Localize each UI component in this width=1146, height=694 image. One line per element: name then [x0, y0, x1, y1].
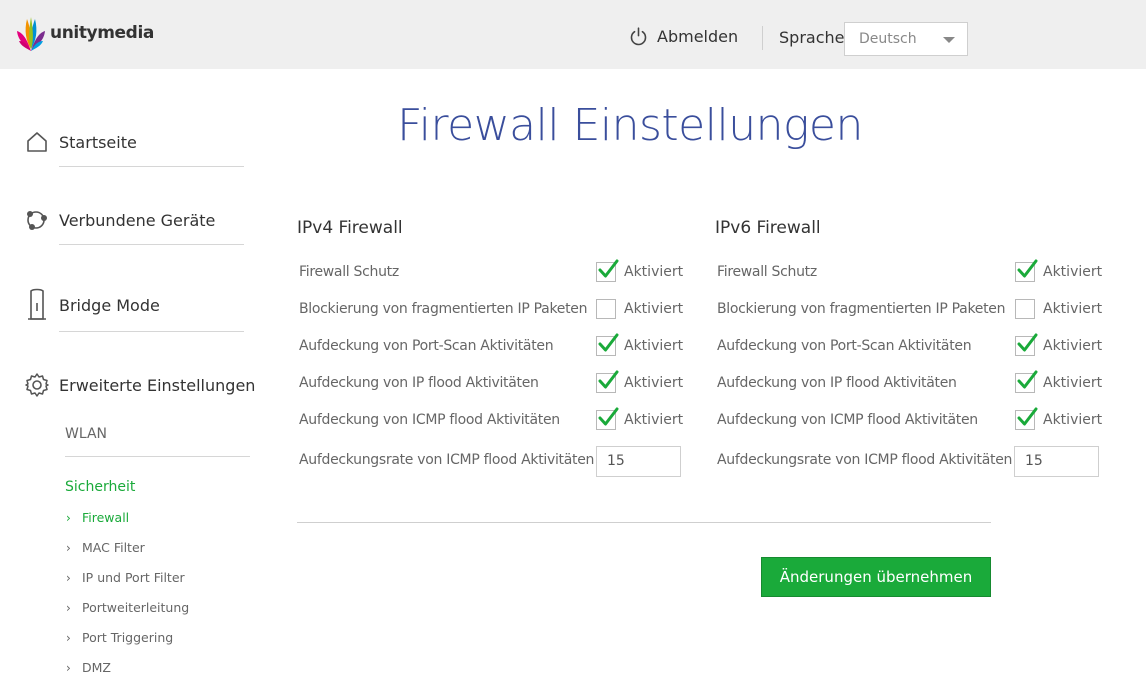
ipv4-ip-flood-checkbox[interactable]: [596, 370, 619, 393]
ipv4-check-label: Aktiviert: [624, 264, 684, 280]
sidebar-item-startseite[interactable]: Startseite: [24, 129, 244, 155]
chevron-right-icon: ›: [66, 510, 71, 525]
logo-text: unitymedia: [50, 23, 154, 43]
devices-icon: [24, 207, 50, 233]
chevron-right-icon: ›: [66, 570, 71, 585]
sidebar-link-dmz[interactable]: › DMZ: [66, 660, 111, 675]
sidebar-link-firewall[interactable]: › Firewall: [66, 510, 129, 525]
sidebar-item-verbundene-geraete[interactable]: Verbundene Geräte: [24, 207, 244, 233]
sidebar-item-label: Erweiterte Einstellungen: [59, 375, 256, 395]
ipv4-row-label: Blockierung von fragmentierten IP Pakete…: [299, 301, 588, 317]
ipv4-firewall-schutz-checkbox[interactable]: [596, 259, 619, 282]
header-bar: unitymedia Abmelden Sprache Deutsch: [0, 0, 1146, 69]
sidebar-divider: [59, 166, 244, 167]
gear-icon: [24, 372, 50, 398]
apply-changes-button[interactable]: Änderungen übernehmen: [761, 557, 991, 597]
ipv6-row-label: Firewall Schutz: [717, 264, 817, 280]
ipv6-check-label: Aktiviert: [1043, 338, 1103, 354]
checkmark-icon: [1017, 333, 1038, 352]
ipv6-port-scan-checkbox[interactable]: [1015, 333, 1038, 356]
ipv4-check-label: Aktiviert: [624, 375, 684, 391]
logout-button[interactable]: Abmelden: [628, 26, 738, 47]
chevron-down-icon: [943, 37, 955, 43]
ipv6-row-label: Aufdeckung von IP flood Aktivitäten: [717, 375, 957, 391]
home-icon: [24, 129, 50, 155]
ipv6-row-label: Blockierung von fragmentierten IP Pakete…: [717, 301, 1006, 317]
page-title: Firewall Einstellungen: [397, 100, 863, 151]
language-select[interactable]: Deutsch: [844, 22, 968, 56]
sidebar-link-label: IP und Port Filter: [82, 570, 185, 585]
ipv4-check-label: Aktiviert: [624, 301, 684, 317]
sidebar-link-label: Port Triggering: [82, 630, 174, 645]
ipv4-row-label: Aufdeckung von Port-Scan Aktivitäten: [299, 338, 554, 354]
ipv4-icmp-rate-input[interactable]: 15: [596, 446, 681, 477]
header-divider: [762, 26, 763, 50]
power-icon: [630, 27, 647, 46]
ipv4-row-label: Firewall Schutz: [299, 264, 399, 280]
checkmark-icon: [1017, 259, 1038, 278]
ipv6-check-label: Aktiviert: [1043, 264, 1103, 280]
ipv6-row-label: Aufdeckung von ICMP flood Aktivitäten: [717, 412, 978, 428]
sidebar-link-label: MAC Filter: [82, 540, 145, 555]
sidebar-divider: [65, 456, 250, 457]
ipv4-check-label: Aktiviert: [624, 338, 684, 354]
ipv6-icmp-rate-input[interactable]: 15: [1014, 446, 1099, 477]
sidebar-item-label: Startseite: [59, 132, 137, 152]
apply-changes-label: Änderungen übernehmen: [779, 568, 973, 586]
sidebar-item-label: Bridge Mode: [59, 295, 160, 315]
chevron-right-icon: ›: [66, 600, 71, 615]
ipv6-icmp-rate-value: 15: [1025, 453, 1043, 469]
sidebar-item-label: Verbundene Geräte: [59, 210, 216, 230]
language-label: Sprache: [779, 28, 845, 47]
logout-label: Abmelden: [657, 27, 739, 46]
ipv6-firewall-schutz-checkbox[interactable]: [1015, 259, 1038, 282]
ipv4-rate-label: Aufdeckungsrate von ICMP flood Aktivität…: [299, 452, 595, 468]
chevron-right-icon: ›: [66, 540, 71, 555]
sidebar-link-portweiterleitung[interactable]: › Portweiterleitung: [66, 600, 189, 615]
sidebar-subitem-wlan[interactable]: WLAN: [65, 426, 107, 442]
sidebar-link-label: DMZ: [82, 660, 111, 675]
checkmark-icon: [598, 333, 619, 352]
ipv4-icmp-rate-value: 15: [607, 453, 625, 469]
router-icon: [24, 287, 50, 323]
ipv4-section-title: IPv4 Firewall: [297, 218, 403, 238]
language-select-value: Deutsch: [859, 31, 917, 47]
ipv6-check-label: Aktiviert: [1043, 301, 1103, 317]
sidebar-link-label: Portweiterleitung: [82, 600, 190, 615]
unitymedia-logo[interactable]: unitymedia: [15, 14, 154, 54]
ipv6-row-label: Aufdeckung von Port-Scan Aktivitäten: [717, 338, 972, 354]
checkmark-icon: [598, 407, 619, 426]
ipv6-check-label: Aktiviert: [1043, 375, 1103, 391]
ipv4-row-label: Aufdeckung von IP flood Aktivitäten: [299, 375, 539, 391]
sidebar-subitem-sicherheit[interactable]: Sicherheit: [65, 479, 135, 495]
ipv4-row-label: Aufdeckung von ICMP flood Aktivitäten: [299, 412, 560, 428]
ipv6-fragment-block-checkbox[interactable]: [1015, 299, 1035, 319]
content-divider: [297, 522, 991, 523]
sidebar-item-erweiterte-einstellungen[interactable]: Erweiterte Einstellungen: [24, 372, 255, 398]
sidebar-link-label: Firewall: [82, 510, 130, 525]
checkmark-icon: [598, 259, 619, 278]
ipv4-port-scan-checkbox[interactable]: [596, 333, 619, 356]
ipv6-rate-label: Aufdeckungsrate von ICMP flood Aktivität…: [717, 452, 1013, 468]
sidebar-item-bridge-mode[interactable]: Bridge Mode: [24, 287, 244, 323]
checkmark-icon: [598, 370, 619, 389]
sidebar-divider: [59, 331, 244, 332]
ipv6-section-title: IPv6 Firewall: [715, 218, 821, 238]
chevron-right-icon: ›: [66, 630, 71, 645]
ipv4-icmp-flood-checkbox[interactable]: [596, 407, 619, 430]
sidebar-link-ip-port-filter[interactable]: › IP und Port Filter: [66, 570, 185, 585]
ipv4-check-label: Aktiviert: [624, 412, 684, 428]
checkmark-icon: [1017, 407, 1038, 426]
sidebar-link-mac-filter[interactable]: › MAC Filter: [66, 540, 145, 555]
checkmark-icon: [1017, 370, 1038, 389]
ipv6-check-label: Aktiviert: [1043, 412, 1103, 428]
sidebar-divider: [59, 244, 244, 245]
chevron-right-icon: ›: [66, 660, 71, 675]
ipv6-ip-flood-checkbox[interactable]: [1015, 370, 1038, 393]
ipv4-fragment-block-checkbox[interactable]: [596, 299, 616, 319]
ipv6-icmp-flood-checkbox[interactable]: [1015, 407, 1038, 430]
sidebar-link-port-triggering[interactable]: › Port Triggering: [66, 630, 173, 645]
unitymedia-logo-icon: [17, 17, 45, 51]
